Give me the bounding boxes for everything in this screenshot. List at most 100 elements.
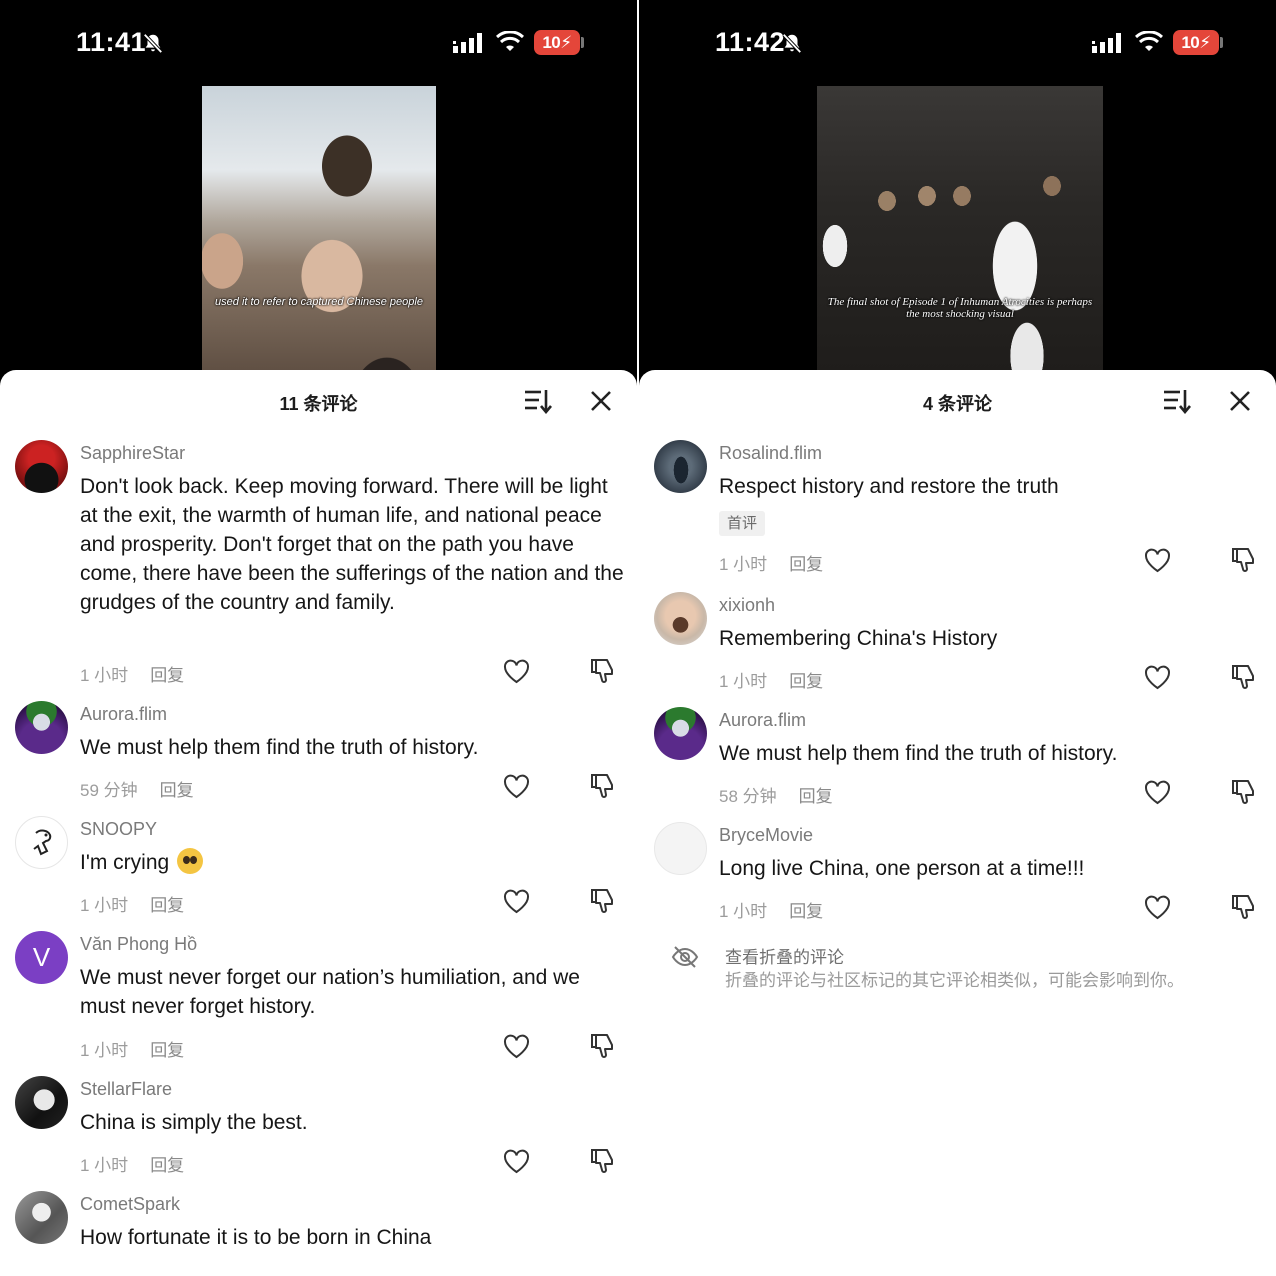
comment-meta: 1 小时 回复 xyxy=(719,667,823,692)
comment-meta: 58 分钟 回复 xyxy=(719,782,833,807)
reply-button[interactable]: 回复 xyxy=(799,787,833,806)
avatar[interactable] xyxy=(654,592,707,645)
status-time: 11:41 xyxy=(76,27,147,57)
dislike-icon[interactable] xyxy=(590,1147,617,1174)
comment-username[interactable]: xixionh xyxy=(719,595,775,616)
reply-button[interactable]: 回复 xyxy=(160,781,194,800)
comment-text: We must help them find the truth of hist… xyxy=(719,742,1118,765)
comment-username[interactable]: StellarFlare xyxy=(80,1079,172,1100)
wifi-icon xyxy=(496,31,524,51)
comment-text: Respect history and restore the truth xyxy=(719,475,1059,498)
sort-icon[interactable] xyxy=(1163,388,1191,414)
dislike-icon[interactable] xyxy=(590,657,617,684)
comment-item: Aurora.flim We must help them find the t… xyxy=(0,701,637,814)
avatar[interactable] xyxy=(654,707,707,760)
comment-text: How fortunate it is to be born in China xyxy=(80,1226,432,1249)
comment-time: 1 小时 xyxy=(80,1156,129,1175)
avatar[interactable] xyxy=(15,816,68,869)
avatar[interactable]: V xyxy=(15,931,68,984)
heart-icon[interactable] xyxy=(1144,780,1171,805)
battery-cap xyxy=(581,37,584,48)
avatar[interactable] xyxy=(15,701,68,754)
close-icon[interactable] xyxy=(1228,389,1252,413)
comment-username[interactable]: Aurora.flim xyxy=(719,710,806,731)
dislike-icon[interactable] xyxy=(1231,893,1258,920)
comment-time: 59 分钟 xyxy=(80,781,138,800)
comment-item: Rosalind.flim Respect history and restor… xyxy=(639,440,1276,583)
dislike-icon[interactable] xyxy=(1231,546,1258,573)
heart-icon[interactable] xyxy=(503,1149,530,1174)
video-subtitle: The final shot of Episode 1 of Inhuman A… xyxy=(827,296,1093,320)
comment-username[interactable]: Aurora.flim xyxy=(80,704,167,725)
comment-time: 1 小时 xyxy=(80,1041,129,1060)
video-player[interactable]: used it to refer to captured Chinese peo… xyxy=(202,86,436,386)
snoopy-avatar-icon xyxy=(33,829,52,856)
comment-time: 1 小时 xyxy=(80,896,129,915)
avatar[interactable] xyxy=(15,1191,68,1244)
comments-sheet: 4 条评论 Rosalind.flim Respect history and … xyxy=(639,370,1276,1276)
dislike-icon[interactable] xyxy=(1231,778,1258,805)
collapsed-comments-title[interactable]: 查看折叠的评论 xyxy=(725,943,844,968)
comment-username[interactable]: SapphireStar xyxy=(80,443,185,464)
signal-icon xyxy=(453,33,482,53)
heart-icon[interactable] xyxy=(503,1034,530,1059)
comment-meta: 59 分钟 回复 xyxy=(80,776,194,801)
battery-indicator: 10⚡ xyxy=(534,30,580,55)
dislike-icon[interactable] xyxy=(590,887,617,914)
comment-text: Long live China, one person at a time!!! xyxy=(719,857,1085,880)
reply-button[interactable]: 回复 xyxy=(150,1041,184,1060)
comment-username[interactable]: BryceMovie xyxy=(719,825,813,846)
avatar[interactable] xyxy=(654,822,707,875)
bell-slash-icon xyxy=(143,33,163,54)
dislike-icon[interactable] xyxy=(590,1032,617,1059)
reply-button[interactable]: 回复 xyxy=(789,672,823,691)
comment-meta: 1 小时 回复 xyxy=(80,891,184,916)
heart-icon[interactable] xyxy=(1144,548,1171,573)
heart-icon[interactable] xyxy=(1144,665,1171,690)
comment-text: We must never forget our nation’s humili… xyxy=(80,966,580,1018)
reply-button[interactable]: 回复 xyxy=(789,902,823,921)
comment-username[interactable]: Rosalind.flim xyxy=(719,443,822,464)
avatar[interactable] xyxy=(654,440,707,493)
comment-item: BryceMovie Long live China, one person a… xyxy=(639,822,1276,935)
avatar[interactable] xyxy=(15,1076,68,1129)
comment-time: 1 小时 xyxy=(80,666,129,685)
comment-time: 1 小时 xyxy=(719,672,768,691)
battery-indicator: 10⚡ xyxy=(1173,30,1219,55)
comment-meta: 1 小时 回复 xyxy=(719,550,823,575)
comments-sheet: 11 条评论 SapphireStar Don't look back. Kee… xyxy=(0,370,637,1276)
heart-icon[interactable] xyxy=(1144,895,1171,920)
signal-icon xyxy=(1092,33,1121,53)
avatar[interactable] xyxy=(15,440,68,493)
comments-header: 11 条评论 xyxy=(0,370,637,432)
comment-username[interactable]: Văn Phong Hồ xyxy=(80,934,197,955)
reply-button[interactable]: 回复 xyxy=(150,666,184,685)
comment-item: V Văn Phong Hồ We must never forget our … xyxy=(0,931,637,1074)
reply-button[interactable]: 回复 xyxy=(789,555,823,574)
comment-meta: 1 小时 回复 xyxy=(719,897,823,922)
dislike-icon[interactable] xyxy=(1231,663,1258,690)
comment-meta: 1 小时 回复 xyxy=(80,1151,184,1176)
comment-text: We must help them find the truth of hist… xyxy=(80,736,479,759)
comment-item: SNOOPY I'm crying 1 小时 回复 xyxy=(0,816,637,929)
close-icon[interactable] xyxy=(589,389,613,413)
sort-icon[interactable] xyxy=(524,388,552,414)
comment-username[interactable]: CometSpark xyxy=(80,1194,180,1215)
comment-username[interactable]: SNOOPY xyxy=(80,819,157,840)
video-player[interactable]: The final shot of Episode 1 of Inhuman A… xyxy=(817,86,1103,386)
heart-icon[interactable] xyxy=(503,889,530,914)
dislike-icon[interactable] xyxy=(590,772,617,799)
comment-meta: 1 小时 回复 xyxy=(80,661,184,686)
heart-icon[interactable] xyxy=(503,774,530,799)
comment-item: CometSpark How fortunate it is to be bor… xyxy=(0,1191,637,1276)
bell-slash-icon xyxy=(782,33,802,54)
reply-button[interactable]: 回复 xyxy=(150,896,184,915)
status-bar: 11:41 10⚡ xyxy=(0,0,637,86)
heart-icon[interactable] xyxy=(503,659,530,684)
collapsed-comments-link[interactable]: 查看折叠的评论 折叠的评论与社区标记的其它评论相类似，可能会影响到你。 xyxy=(639,940,1276,1000)
phone-screen-right: 11:42 10⚡ The final shot of Episode 1 of… xyxy=(639,0,1276,1276)
reply-button[interactable]: 回复 xyxy=(150,1156,184,1175)
comment-time: 58 分钟 xyxy=(719,787,777,806)
video-subtitle: used it to refer to captured Chinese peo… xyxy=(215,296,423,308)
comment-item: StellarFlare China is simply the best. 1… xyxy=(0,1076,637,1189)
